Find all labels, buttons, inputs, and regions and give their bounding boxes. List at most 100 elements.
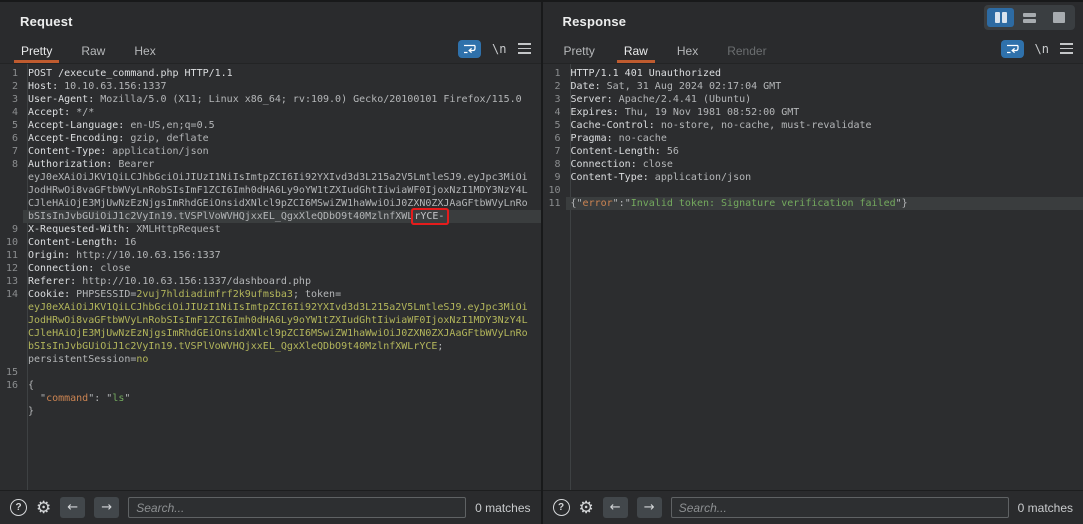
code-line: 4Accept: */*	[0, 106, 541, 119]
tab-pretty[interactable]: Pretty	[14, 38, 59, 63]
line-number: 7	[0, 145, 23, 158]
search-prev-button[interactable]: ←	[60, 497, 85, 518]
code-line: 1POST /execute_command.php HTTP/1.1	[0, 67, 541, 80]
code-text: Referer: http://10.10.63.156:1337/dashbo…	[23, 275, 541, 288]
code-line: 11{"error":"Invalid token: Signature ver…	[543, 197, 1083, 210]
code-text: persistentSession=no	[23, 353, 541, 366]
tab-pretty[interactable]: Pretty	[557, 38, 602, 63]
response-editor[interactable]: 1HTTP/1.1 401 Unauthorized2Date: Sat, 31…	[543, 64, 1083, 490]
line-number: 4	[0, 106, 23, 119]
line-number: 5	[0, 119, 23, 132]
line-number	[0, 353, 23, 366]
request-search-bar: ? ⚙ ← → 0 matches	[0, 490, 541, 524]
request-tab-bar: Pretty Raw Hex \n	[0, 38, 541, 64]
line-number: 15	[0, 366, 23, 379]
search-next-button[interactable]: →	[94, 497, 119, 518]
tab-raw[interactable]: Raw	[617, 38, 655, 63]
layout-single-pane-button[interactable]	[1045, 8, 1072, 27]
match-count: 0 matches	[475, 501, 530, 515]
code-line: 4Expires: Thu, 19 Nov 1981 08:52:00 GMT	[543, 106, 1083, 119]
code-text: POST /execute_command.php HTTP/1.1	[23, 67, 541, 80]
word-wrap-toggle-button[interactable]	[458, 40, 481, 58]
hamburger-menu-icon[interactable]	[1060, 41, 1073, 56]
code-line: eyJ0eXAiOiJKV1QiLCJhbGciOiJIUzI1NiIsImtp…	[0, 171, 541, 184]
code-line: CJleHAiOjE3MjUwNzEzNjgsImRhdGEiOnsidXNlc…	[0, 327, 541, 340]
code-text: Authorization: Bearer	[23, 158, 541, 171]
word-wrap-icon	[1006, 43, 1019, 55]
line-number	[0, 314, 23, 327]
show-newlines-toggle[interactable]: \n	[1035, 42, 1049, 56]
code-line: persistentSession=no	[0, 353, 541, 366]
search-prev-button[interactable]: ←	[603, 497, 628, 518]
line-number: 14	[0, 288, 23, 301]
settings-gear-icon[interactable]: ⚙	[36, 499, 51, 516]
code-text: }	[23, 405, 541, 418]
code-line: 6Accept-Encoding: gzip, deflate	[0, 132, 541, 145]
code-text: Expires: Thu, 19 Nov 1981 08:52:00 GMT	[566, 106, 1083, 119]
line-number: 9	[543, 171, 566, 184]
code-text: Server: Apache/2.4.41 (Ubuntu)	[566, 93, 1083, 106]
code-line: 3Server: Apache/2.4.41 (Ubuntu)	[543, 93, 1083, 106]
hamburger-menu-icon[interactable]	[518, 41, 531, 56]
line-number: 10	[0, 236, 23, 249]
code-text-highlighted: {"error":"Invalid token: Signature verif…	[566, 197, 1083, 210]
line-number: 4	[543, 106, 566, 119]
code-line: "command": "ls"	[0, 392, 541, 405]
code-text: Origin: http://10.10.63.156:1337	[23, 249, 541, 262]
line-number	[0, 210, 23, 223]
code-line: 3User-Agent: Mozilla/5.0 (X11; Linux x86…	[0, 93, 541, 106]
tab-raw[interactable]: Raw	[74, 38, 112, 63]
code-line: 12Connection: close	[0, 262, 541, 275]
code-text: JodHRwOi8vaGFtbWVyLnRobSIsImF1ZCI6Imh0dH…	[23, 314, 541, 327]
code-text: bSIsInJvbGUiOiJ1c2VyIn19.tVSPlVoWVHQjxxE…	[23, 340, 541, 353]
request-editor[interactable]: 1POST /execute_command.php HTTP/1.12Host…	[0, 64, 541, 490]
request-title: Request	[20, 14, 73, 29]
code-line: JodHRwOi8vaGFtbWVyLnRobSIsImF1ZCI6Imh0dH…	[0, 314, 541, 327]
line-number: 8	[0, 158, 23, 171]
code-line: 8Connection: close	[543, 158, 1083, 171]
code-line: 5Cache-Control: no-store, no-cache, must…	[543, 119, 1083, 132]
code-text: "command": "ls"	[23, 392, 541, 405]
code-text: eyJ0eXAiOiJKV1QiLCJhbGciOiJIUzI1NiIsImtp…	[23, 171, 541, 184]
line-number: 12	[0, 262, 23, 275]
code-text: eyJ0eXAiOiJKV1QiLCJhbGciOiJIUzI1NiIsImtp…	[23, 301, 541, 314]
line-number: 10	[543, 184, 566, 197]
search-next-button[interactable]: →	[637, 497, 662, 518]
code-text: X-Requested-With: XMLHttpRequest	[23, 223, 541, 236]
tab-hex[interactable]: Hex	[670, 38, 705, 63]
line-number	[0, 171, 23, 184]
layout-split-rows-button[interactable]	[1016, 8, 1043, 27]
request-panel: Request Pretty Raw Hex \n 1POST /execute_c…	[0, 2, 541, 524]
code-text: Accept-Encoding: gzip, deflate	[23, 132, 541, 145]
response-panel-header: Response	[543, 2, 1083, 38]
settings-gear-icon[interactable]: ⚙	[579, 499, 594, 516]
code-text: CJleHAiOjE3MjUwNzEzNjgsImRhdGEiOnsidXNlc…	[23, 197, 541, 210]
code-text: Content-Type: application/json	[23, 145, 541, 158]
code-line: 15	[0, 366, 541, 379]
search-input[interactable]	[671, 497, 1009, 518]
request-panel-header: Request	[0, 2, 541, 38]
help-icon[interactable]: ?	[10, 499, 27, 516]
line-number	[0, 392, 23, 405]
response-title: Response	[563, 14, 627, 29]
word-wrap-icon	[463, 43, 476, 55]
word-wrap-toggle-button[interactable]	[1001, 40, 1024, 58]
line-number: 5	[543, 119, 566, 132]
tab-hex[interactable]: Hex	[127, 38, 162, 63]
help-icon[interactable]: ?	[553, 499, 570, 516]
line-number: 11	[0, 249, 23, 262]
code-text: Accept-Language: en-US,en;q=0.5	[23, 119, 541, 132]
code-line: 9Content-Type: application/json	[543, 171, 1083, 184]
search-input[interactable]	[128, 497, 466, 518]
layout-split-columns-button[interactable]	[987, 8, 1014, 27]
code-line: 10	[543, 184, 1083, 197]
code-text: Pragma: no-cache	[566, 132, 1083, 145]
line-number: 9	[0, 223, 23, 236]
code-text: Content-Type: application/json	[566, 171, 1083, 184]
line-number: 7	[543, 145, 566, 158]
layout-switcher	[984, 5, 1075, 30]
tab-render: Render	[720, 38, 773, 63]
code-text-highlighted: bSIsInJvbGUiOiJ1c2VyIn19.tVSPlVoWVHQjxxE…	[23, 210, 541, 223]
line-number: 8	[543, 158, 566, 171]
show-newlines-toggle[interactable]: \n	[492, 42, 506, 56]
